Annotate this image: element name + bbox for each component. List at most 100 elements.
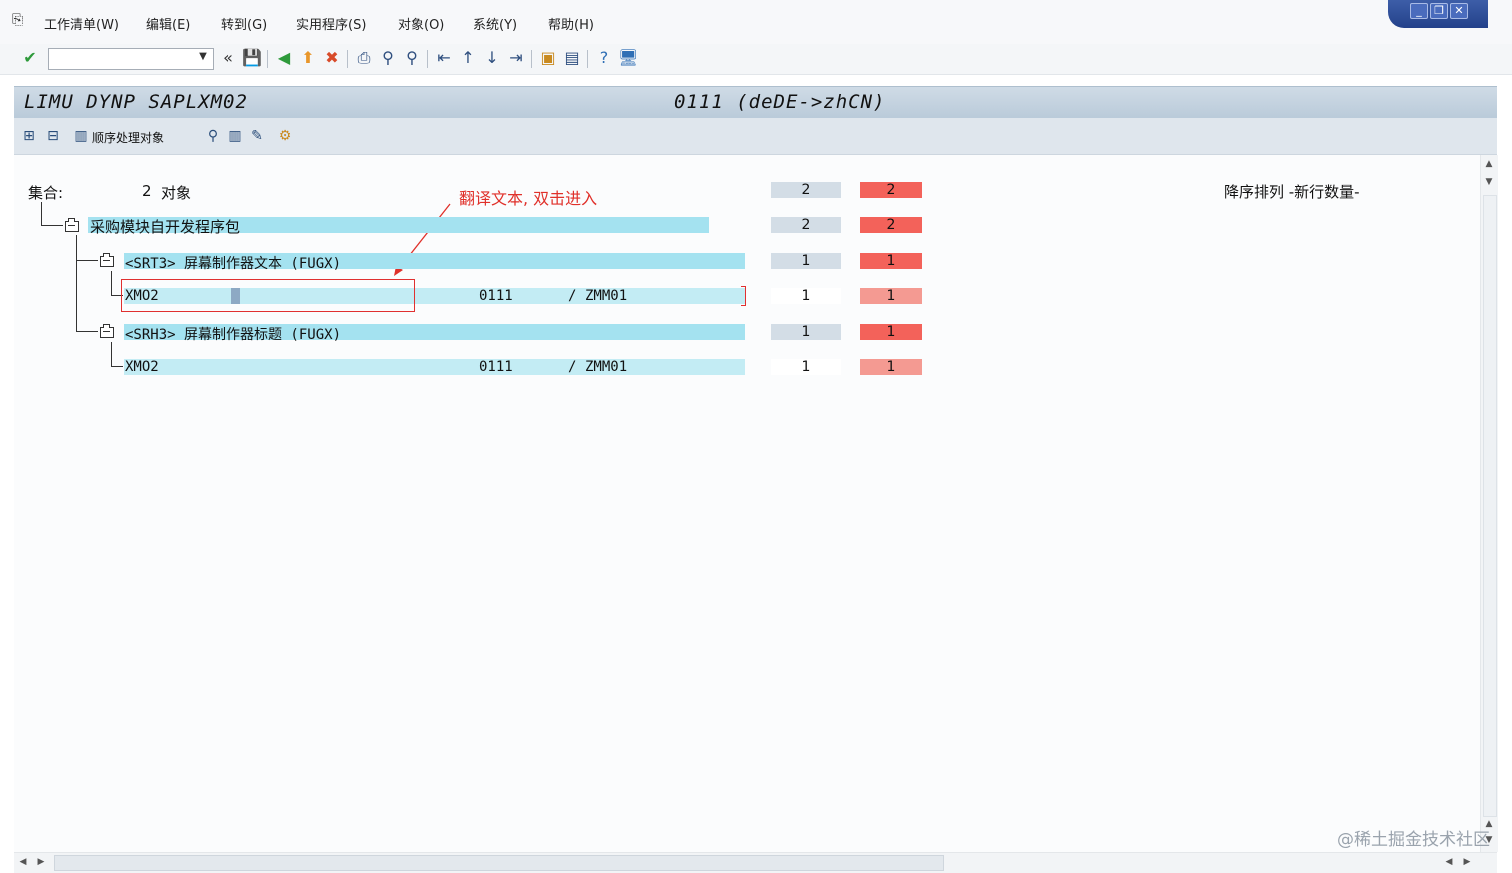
collapse-icon[interactable]: ⊟	[44, 127, 62, 145]
edit-icon[interactable]: ✎	[248, 127, 266, 145]
exit-icon[interactable]: ⬆	[298, 48, 318, 68]
menu-system[interactable]: 系统(Y)	[473, 14, 517, 33]
worklist-tree: 集合: 2 对象 2 2 降序排列 -新行数量- 翻译文本, 双击进入 采购模块…	[14, 155, 1480, 852]
toolbar-separator	[531, 50, 532, 68]
selection-bracket	[741, 286, 746, 306]
set-label: 集合:	[28, 184, 64, 202]
scroll-right-icon[interactable]: ▶	[1460, 857, 1474, 867]
command-field[interactable]	[48, 48, 214, 70]
back-icon[interactable]: ◀	[274, 48, 294, 68]
object-count-remaining: 1	[860, 288, 922, 304]
cancel-icon[interactable]: ✖	[322, 48, 342, 68]
chevron-down-icon[interactable]: ▼	[196, 50, 210, 64]
menu-utilities[interactable]: 实用程序(S)	[296, 14, 366, 33]
tree-line	[111, 342, 112, 366]
object-separator: /	[568, 288, 577, 304]
command-input[interactable]	[51, 50, 195, 68]
help-icon[interactable]: ?	[594, 48, 614, 68]
tree-line	[111, 366, 123, 367]
close-icon[interactable]: ✕	[1450, 3, 1468, 19]
group-count-remaining: 1	[860, 253, 922, 269]
toolbar-separator	[267, 50, 268, 68]
menu-edit[interactable]: 编辑(E)	[146, 14, 190, 33]
print-icon[interactable]: ⎙	[354, 48, 374, 68]
object-count-total: 1	[771, 288, 841, 304]
set-count-remaining: 2	[860, 182, 922, 198]
tree-line	[41, 225, 63, 226]
package-label[interactable]: 采购模块自开发程序包	[90, 216, 240, 237]
object-dynpro: 0111	[479, 288, 513, 304]
page-subtitle: 0111 (deDE->zhCN)	[674, 91, 886, 113]
tree-line	[41, 202, 42, 225]
menu-goto[interactable]: 转到(G)	[221, 14, 267, 33]
set-count-total: 2	[771, 182, 841, 198]
menu-worklist[interactable]: 工作清单(W)	[44, 14, 119, 33]
application-toolbar: ⊞ ⊟ ▥ 顺序处理对象 ⚲ ▥ ✎ ⚙	[14, 118, 1497, 155]
folder-icon[interactable]	[100, 253, 114, 267]
set-objects-label: 对象	[161, 184, 192, 202]
folder-icon[interactable]	[100, 324, 114, 338]
package-count-remaining: 2	[860, 217, 922, 233]
sequential-process-button[interactable]: 顺序处理对象	[92, 129, 164, 146]
settings-icon[interactable]: ⚙	[276, 127, 294, 145]
object-count-remaining: 1	[860, 359, 922, 375]
horizontal-scrollbar[interactable]: ◀ ▶ ◀ ▶	[14, 852, 1497, 873]
toolbar-separator	[587, 50, 588, 68]
group-count-total: 1	[771, 324, 841, 340]
object-count-total: 1	[771, 359, 841, 375]
object-list-icon[interactable]: ▥	[226, 127, 244, 145]
object-name[interactable]: XMO2	[125, 359, 159, 375]
highlight-box	[121, 279, 415, 312]
page-title: LIMU DYNP SAPLXM02	[24, 91, 248, 113]
annotation-text: 翻译文本, 双击进入	[459, 189, 598, 208]
customize-icon[interactable]: 🖥	[618, 48, 638, 68]
scroll-thumb[interactable]	[54, 855, 944, 871]
find-icon[interactable]: ⚲	[378, 48, 398, 68]
screen-title-bar: LIMU DYNP SAPLXM02 0111 (deDE->zhCN)	[14, 86, 1497, 119]
standard-toolbar: ✔ ▼ « 💾 ◀ ⬆ ✖ ⎙ ⚲ ⚲ ⇤ ↑ ↓ ⇥ ▣ ▤ ? 🖥	[0, 44, 1512, 75]
scroll-track[interactable]	[1483, 195, 1497, 817]
group-label-srt3[interactable]: <SRT3> 屏幕制作器文本 (FUGX)	[125, 253, 341, 273]
group-count-remaining: 1	[860, 324, 922, 340]
menu-object[interactable]: 对象(O)	[398, 14, 444, 33]
first-page-icon[interactable]: ⇤	[434, 48, 454, 68]
restore-icon[interactable]: ❐	[1430, 3, 1448, 19]
group-label-srh3[interactable]: <SRH3> 屏幕制作器标题 (FUGX)	[125, 324, 341, 344]
save-icon[interactable]: 💾	[242, 48, 262, 68]
tree-line	[76, 260, 98, 261]
double-chevron-left-icon[interactable]: «	[218, 48, 238, 68]
sequential-icon[interactable]: ▥	[72, 127, 90, 145]
menu-help[interactable]: 帮助(H)	[548, 14, 594, 33]
object-target: ZMM01	[585, 359, 628, 375]
sort-label: 降序排列 -新行数量-	[1224, 183, 1360, 201]
find-icon[interactable]: ⚲	[204, 127, 222, 145]
minimize-icon[interactable]: _	[1410, 3, 1428, 19]
prev-page-icon[interactable]: ↑	[458, 48, 478, 68]
new-session-icon[interactable]: ▣	[538, 48, 558, 68]
package-count-total: 2	[771, 217, 841, 233]
enter-icon[interactable]: ✔	[20, 48, 40, 68]
scroll-left-icon[interactable]: ◀	[1442, 857, 1456, 867]
scroll-left-icon[interactable]: ◀	[16, 857, 30, 867]
object-row-bar	[124, 359, 745, 375]
menu-icon[interactable]: ⎘	[12, 12, 30, 28]
object-dynpro: 0111	[479, 359, 513, 375]
next-page-icon[interactable]: ↓	[482, 48, 502, 68]
tree-line	[76, 235, 77, 331]
tree-line	[76, 331, 98, 332]
expand-icon[interactable]: ⊞	[20, 127, 38, 145]
vertical-scrollbar[interactable]: ▲ ▼ ▲ ▼	[1480, 155, 1498, 852]
menu-bar: ⎘ 工作清单(W) 编辑(E) 转到(G) 实用程序(S) 对象(O) 系统(Y…	[0, 0, 1512, 45]
find-next-icon[interactable]: ⚲	[402, 48, 422, 68]
scroll-down-icon[interactable]: ▼	[1482, 177, 1496, 187]
shortcut-icon[interactable]: ▤	[562, 48, 582, 68]
scroll-right-icon[interactable]: ▶	[34, 857, 48, 867]
folder-icon[interactable]	[65, 218, 79, 232]
toolbar-separator	[347, 50, 348, 68]
tree-line	[111, 271, 112, 295]
scroll-up-icon[interactable]: ▲	[1482, 159, 1496, 169]
window-controls: _ ❐ ✕	[1388, 0, 1488, 28]
group-count-total: 1	[771, 253, 841, 269]
object-target: ZMM01	[585, 288, 628, 304]
last-page-icon[interactable]: ⇥	[506, 48, 526, 68]
